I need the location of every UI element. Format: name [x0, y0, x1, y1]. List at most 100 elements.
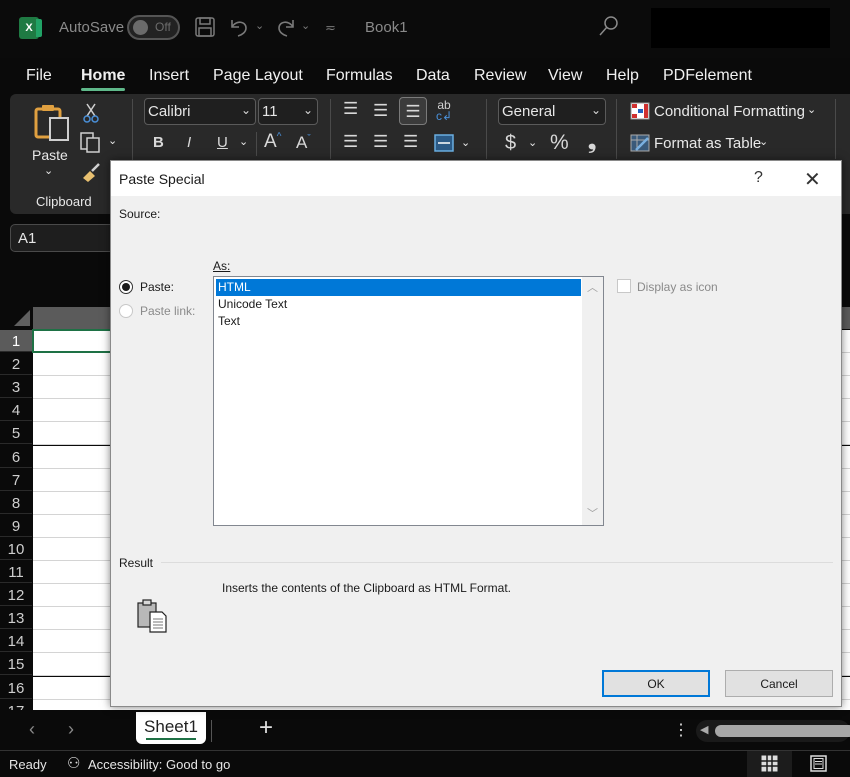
display-as-icon-option[interactable]: Display as icon: [617, 279, 737, 297]
align-right-button[interactable]: ☰: [403, 132, 418, 152]
paste-icon[interactable]: [34, 104, 72, 142]
add-sheet-button[interactable]: +: [259, 714, 273, 742]
bold-button[interactable]: B: [153, 134, 164, 151]
format-list-item[interactable]: Unicode Text: [216, 296, 581, 313]
status-bar: Ready ⚇ Accessibility: Good to go: [0, 750, 850, 777]
tab-pdfelement[interactable]: PDFelement: [663, 67, 752, 85]
row-header[interactable]: 2: [0, 353, 32, 375]
font-name-combo[interactable]: Calibri ⌄: [144, 98, 256, 125]
page-layout-view-icon[interactable]: [810, 755, 827, 772]
align-middle-button[interactable]: ☰: [373, 101, 388, 121]
row-header[interactable]: 12: [0, 584, 32, 606]
tab-view[interactable]: View: [548, 67, 582, 85]
sheet-tab-sheet1[interactable]: Sheet1: [136, 712, 206, 744]
row-header[interactable]: 5: [0, 422, 32, 444]
tab-file[interactable]: File: [26, 67, 52, 85]
paste-radio-option[interactable]: Paste:: [119, 279, 209, 297]
underline-button[interactable]: U: [217, 134, 228, 151]
horizontal-scrollbar[interactable]: ◀: [696, 720, 850, 742]
paste-radio[interactable]: [119, 280, 133, 294]
accessibility-status[interactable]: Accessibility: Good to go: [88, 757, 230, 772]
row-header[interactable]: 15: [0, 653, 32, 675]
as-format-listbox[interactable]: HTML Unicode Text Text ︿ ﹀: [213, 276, 604, 526]
normal-view-button[interactable]: [747, 751, 792, 777]
prev-sheet-icon[interactable]: ‹: [29, 719, 35, 740]
row-header[interactable]: 3: [0, 376, 32, 398]
divider: [616, 99, 617, 159]
align-left-button[interactable]: ☰: [343, 132, 358, 152]
number-format-combo[interactable]: General ⌄: [498, 98, 606, 125]
format-list-item[interactable]: HTML: [216, 279, 581, 296]
dialog-title: Paste Special: [119, 171, 205, 187]
row-header[interactable]: 14: [0, 630, 32, 652]
currency-dropdown-icon[interactable]: ⌄: [528, 136, 537, 149]
tab-help[interactable]: Help: [606, 67, 639, 85]
wrap-text-button[interactable]: ab c↲: [436, 99, 452, 122]
next-sheet-icon[interactable]: ›: [68, 719, 74, 740]
more-options-icon[interactable]: ⋮: [673, 720, 689, 740]
increase-font-size-button[interactable]: A^: [264, 131, 281, 153]
redo-dropdown-icon[interactable]: ⌄: [301, 19, 310, 32]
active-cell-a1[interactable]: [32, 329, 112, 353]
merge-dropdown-icon[interactable]: ⌄: [461, 136, 470, 149]
tab-insert[interactable]: Insert: [149, 67, 189, 85]
paste-label[interactable]: Paste: [32, 147, 68, 163]
copy-icon[interactable]: [80, 132, 102, 154]
name-box[interactable]: A1: [10, 224, 120, 252]
row-header[interactable]: 9: [0, 515, 32, 537]
merge-center-icon[interactable]: [434, 134, 454, 152]
tab-home[interactable]: Home: [81, 67, 126, 91]
scroll-left-icon[interactable]: ◀: [700, 723, 708, 736]
row-header[interactable]: 11: [0, 561, 32, 583]
scrollbar-thumb[interactable]: [715, 725, 850, 737]
tab-formulas[interactable]: Formulas: [326, 67, 393, 85]
paste-dropdown-icon[interactable]: ⌄: [44, 164, 53, 177]
align-bottom-button[interactable]: ☰: [399, 97, 427, 125]
row-header[interactable]: 4: [0, 399, 32, 421]
undo-icon[interactable]: [228, 16, 250, 38]
scroll-up-icon[interactable]: ︿: [582, 279, 603, 296]
help-button[interactable]: ?: [754, 169, 763, 187]
italic-button[interactable]: I: [187, 134, 191, 151]
account-area[interactable]: [651, 8, 830, 48]
format-list-item[interactable]: Text: [216, 313, 581, 330]
autosave-toggle[interactable]: Off: [127, 15, 180, 40]
format-as-table-button[interactable]: Format as Table: [654, 135, 761, 152]
row-header[interactable]: 16: [0, 677, 32, 699]
close-button[interactable]: ✕: [804, 167, 821, 192]
cut-icon[interactable]: [82, 102, 100, 124]
tab-review[interactable]: Review: [474, 67, 526, 85]
customize-qat-icon[interactable]: ≂: [325, 20, 336, 36]
listbox-scrollbar[interactable]: ︿ ﹀: [582, 277, 603, 525]
display-as-icon-checkbox[interactable]: [617, 279, 631, 293]
row-header[interactable]: 10: [0, 538, 32, 560]
redo-icon[interactable]: [275, 16, 297, 38]
font-size-combo[interactable]: 11 ⌄: [258, 98, 318, 125]
format-painter-icon[interactable]: [80, 162, 102, 182]
decrease-font-size-button[interactable]: Aˇ: [296, 133, 311, 153]
row-header[interactable]: 8: [0, 492, 32, 514]
conditional-formatting-button[interactable]: Conditional Formatting: [654, 103, 805, 120]
paste-link-radio-option[interactable]: Paste link:: [119, 303, 209, 321]
search-icon[interactable]: [598, 15, 620, 37]
underline-dropdown-icon[interactable]: ⌄: [239, 135, 248, 148]
ok-button[interactable]: OK: [602, 670, 710, 697]
row-header[interactable]: 13: [0, 607, 32, 629]
comma-style-button[interactable]: ❟: [588, 130, 596, 154]
currency-button[interactable]: $: [505, 132, 516, 155]
tab-page-layout[interactable]: Page Layout: [213, 67, 303, 85]
copy-dropdown-icon[interactable]: ⌄: [108, 134, 117, 147]
cancel-button[interactable]: Cancel: [725, 670, 833, 697]
row-header[interactable]: 1: [0, 330, 32, 352]
row-header[interactable]: 7: [0, 469, 32, 491]
dialog-titlebar[interactable]: Paste Special ? ✕: [111, 161, 841, 196]
scroll-down-icon[interactable]: ﹀: [582, 505, 603, 522]
undo-dropdown-icon[interactable]: ⌄: [255, 19, 264, 32]
align-center-button[interactable]: ☰: [373, 132, 388, 152]
align-top-button[interactable]: ☰: [343, 99, 358, 119]
save-icon[interactable]: [195, 17, 215, 37]
percent-button[interactable]: %: [550, 131, 569, 155]
paste-link-radio[interactable]: [119, 304, 133, 318]
tab-data[interactable]: Data: [416, 67, 450, 85]
row-header[interactable]: 6: [0, 446, 32, 468]
